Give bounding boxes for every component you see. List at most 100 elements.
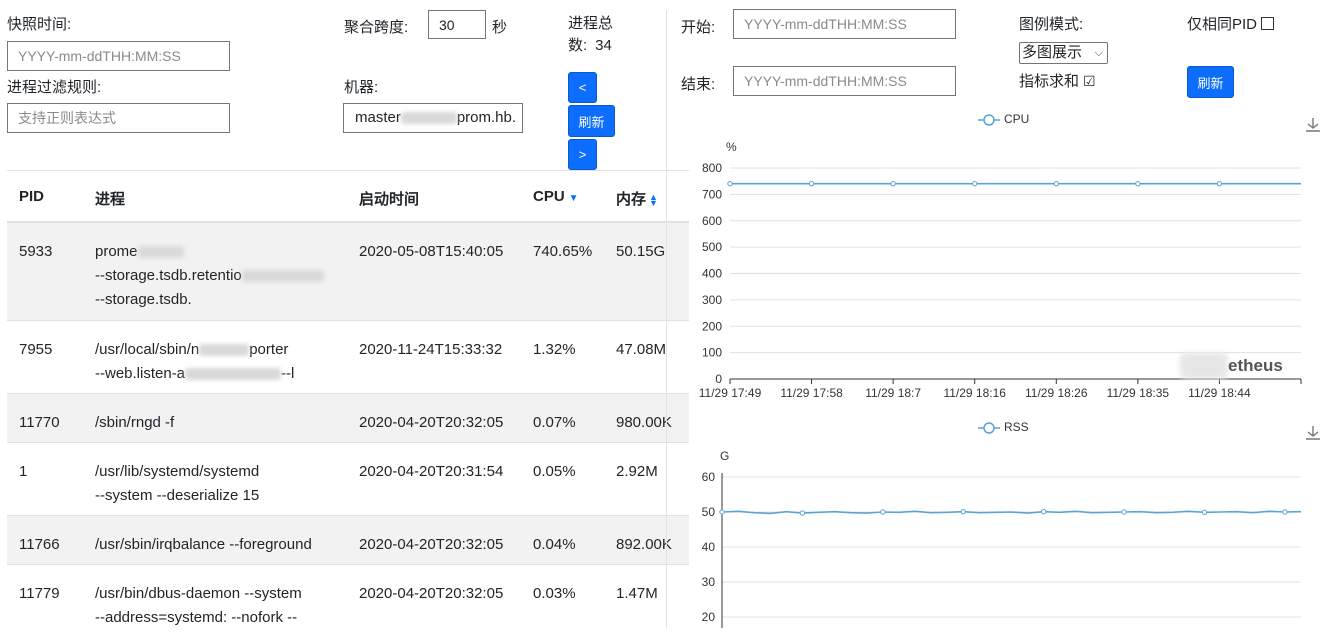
cell-start-time: 2020-04-20T20:32:05 — [359, 414, 504, 431]
process-table: PID 进程 启动时间 CPU ▼ 内存 ▲ ▼ 5933 prome --stora… — [7, 170, 689, 637]
cell-pid: 11766 — [19, 536, 60, 553]
y-tick-label: 500 — [702, 240, 722, 254]
download-icon[interactable] — [1304, 116, 1322, 134]
same-pid-checkbox[interactable] — [1261, 16, 1275, 30]
same-pid-toggle[interactable]: 仅相同PID — [1187, 13, 1275, 34]
refresh-range-button[interactable]: 刷新 — [1187, 66, 1234, 98]
redaction-blur — [199, 344, 250, 357]
x-tick-label: 11/29 18:35 — [1107, 386, 1170, 400]
header-cpu-sort[interactable]: CPU ▼ — [533, 188, 579, 205]
machine-input[interactable]: master prom.hb. — [343, 103, 523, 133]
y-tick-label: 400 — [702, 267, 722, 281]
x-tick-label: 11/29 18:16 — [943, 386, 1006, 400]
snapshot-time-label: 快照时间: — [7, 16, 72, 33]
machine-value-prefix: master — [355, 109, 401, 126]
header-memory: 内存 — [616, 191, 647, 208]
start-label: 开始: — [681, 19, 716, 36]
cell-memory: 50.15G — [616, 243, 666, 260]
table-row[interactable]: 7955 /usr/local/sbin/n porter --web.liste… — [7, 321, 689, 394]
aggregation-span-label: 聚合跨度: — [344, 19, 409, 36]
cell-pid: 1 — [19, 463, 28, 480]
cell-pid: 11770 — [19, 414, 60, 431]
legend-line-icon — [978, 422, 1000, 434]
watermark-text: etheus — [1228, 356, 1283, 375]
y-tick-label: 100 — [702, 346, 722, 360]
cpu-chart: % 0 100 200 300 400 500 600 700 800 11/29 17:49 11/… — [699, 140, 1302, 400]
cell-cpu: 740.65% — [533, 243, 593, 260]
y-tick-label: 300 — [702, 293, 722, 307]
next-button[interactable]: > — [568, 139, 597, 170]
sort-desc-icon: ▼ — [568, 193, 579, 204]
cpu-legend-label: CPU — [1004, 112, 1030, 126]
redaction-blur — [185, 368, 282, 381]
x-tick-label: 11/29 17:49 — [699, 386, 762, 400]
cell-memory: 980.00K — [616, 414, 672, 431]
rss-legend[interactable]: RSS — [978, 420, 1029, 434]
machine-value-suffix: prom.hb. — [456, 109, 517, 126]
process-filter-input[interactable] — [7, 103, 230, 133]
header-memory-sort[interactable]: 内存 ▲ ▼ — [616, 188, 658, 209]
legend-mode-value: 多图展示 — [1022, 44, 1083, 61]
end-label: 结束: — [681, 76, 716, 93]
data-point — [1121, 509, 1127, 515]
process-line: --system --deserialize 15 — [95, 487, 260, 504]
process-line-tail: porter — [249, 341, 289, 358]
aggregation-span-input[interactable] — [428, 10, 486, 39]
machine-label: 机器: — [344, 79, 379, 96]
data-point — [727, 180, 733, 187]
legend-mode-select[interactable]: 多图展示 ⌵ — [1019, 42, 1108, 64]
data-point — [1282, 509, 1288, 515]
panel-divider — [666, 10, 667, 628]
y-tick-label: 20 — [702, 610, 716, 624]
x-tick-label: 11/29 18:7 — [865, 386, 921, 400]
chevron-down-icon: ⌵ — [1094, 47, 1103, 59]
rss-legend-label: RSS — [1004, 420, 1029, 434]
table-row[interactable]: 5933 prome --storage.tsdb.retentio --sto… — [7, 223, 689, 321]
cell-memory: 2.92M — [616, 463, 658, 480]
table-row[interactable]: 11770 /sbin/rngd -f 2020-04-20T20:32:05 … — [7, 394, 689, 443]
process-line: --web.listen-a — [95, 365, 186, 382]
y-tick-label: 60 — [702, 470, 716, 484]
process-line-tail: --l — [281, 365, 295, 382]
prev-button[interactable]: < — [568, 72, 597, 103]
process-total-value: 34 — [595, 37, 612, 54]
refresh-snapshot-button[interactable]: 刷新 — [568, 105, 615, 137]
cell-process: /usr/local/sbin/n porter --web.listen-a --… — [95, 338, 294, 386]
cell-pid: 7955 — [19, 341, 53, 358]
process-total: 进程总 数: 34 — [568, 13, 613, 57]
start-time-input[interactable] — [733, 9, 956, 39]
rss-chart: G 20 30 40 50 60 — [702, 449, 1302, 628]
cpu-legend[interactable]: CPU — [978, 112, 1029, 126]
y-axis-unit: G — [720, 449, 729, 463]
download-icon[interactable] — [1304, 424, 1322, 442]
metric-sum-checkbox[interactable]: ☑ — [1083, 73, 1096, 89]
process-line: /usr/local/sbin/n — [95, 341, 200, 358]
redaction-blur — [241, 270, 324, 283]
y-axis-unit: % — [726, 140, 737, 154]
snapshot-time-input[interactable] — [7, 41, 230, 71]
data-point — [1053, 180, 1059, 187]
y-tick-label: 50 — [702, 505, 716, 519]
legend-line-icon — [978, 114, 1000, 126]
cell-cpu: 0.05% — [533, 463, 576, 480]
process-line: /sbin/rngd -f — [95, 414, 175, 431]
metric-sum-toggle[interactable]: 指标求和 ☑ — [1019, 70, 1096, 91]
table-row[interactable]: 1 /usr/lib/systemd/systemd --system --de… — [7, 443, 689, 516]
cell-start-time: 2020-04-20T20:32:05 — [359, 536, 504, 553]
table-row[interactable]: 11779 /usr/bin/dbus-daemon --system --ad… — [7, 565, 689, 637]
x-tick-label: 11/29 18:44 — [1188, 386, 1251, 400]
same-pid-label: 仅相同PID — [1187, 16, 1258, 33]
cell-process: prome --storage.tsdb.retentio --storage.… — [95, 240, 324, 312]
process-line: --storage.tsdb.retentio — [95, 267, 242, 284]
end-time-input[interactable] — [733, 66, 956, 96]
y-tick-label: 700 — [702, 187, 722, 201]
data-point — [880, 509, 886, 515]
data-point — [1201, 509, 1208, 516]
x-tick-label: 11/29 18:26 — [1025, 386, 1088, 400]
header-start-time: 启动时间 — [359, 191, 420, 208]
cell-start-time: 2020-05-08T15:40:05 — [359, 243, 504, 260]
process-total-label-1: 进程总 — [568, 15, 614, 32]
cell-start-time: 2020-11-24T15:33:32 — [359, 341, 503, 358]
table-row[interactable]: 11766 /usr/sbin/irqbalance --foreground … — [7, 516, 689, 565]
cell-start-time: 2020-04-20T20:32:05 — [359, 585, 504, 602]
